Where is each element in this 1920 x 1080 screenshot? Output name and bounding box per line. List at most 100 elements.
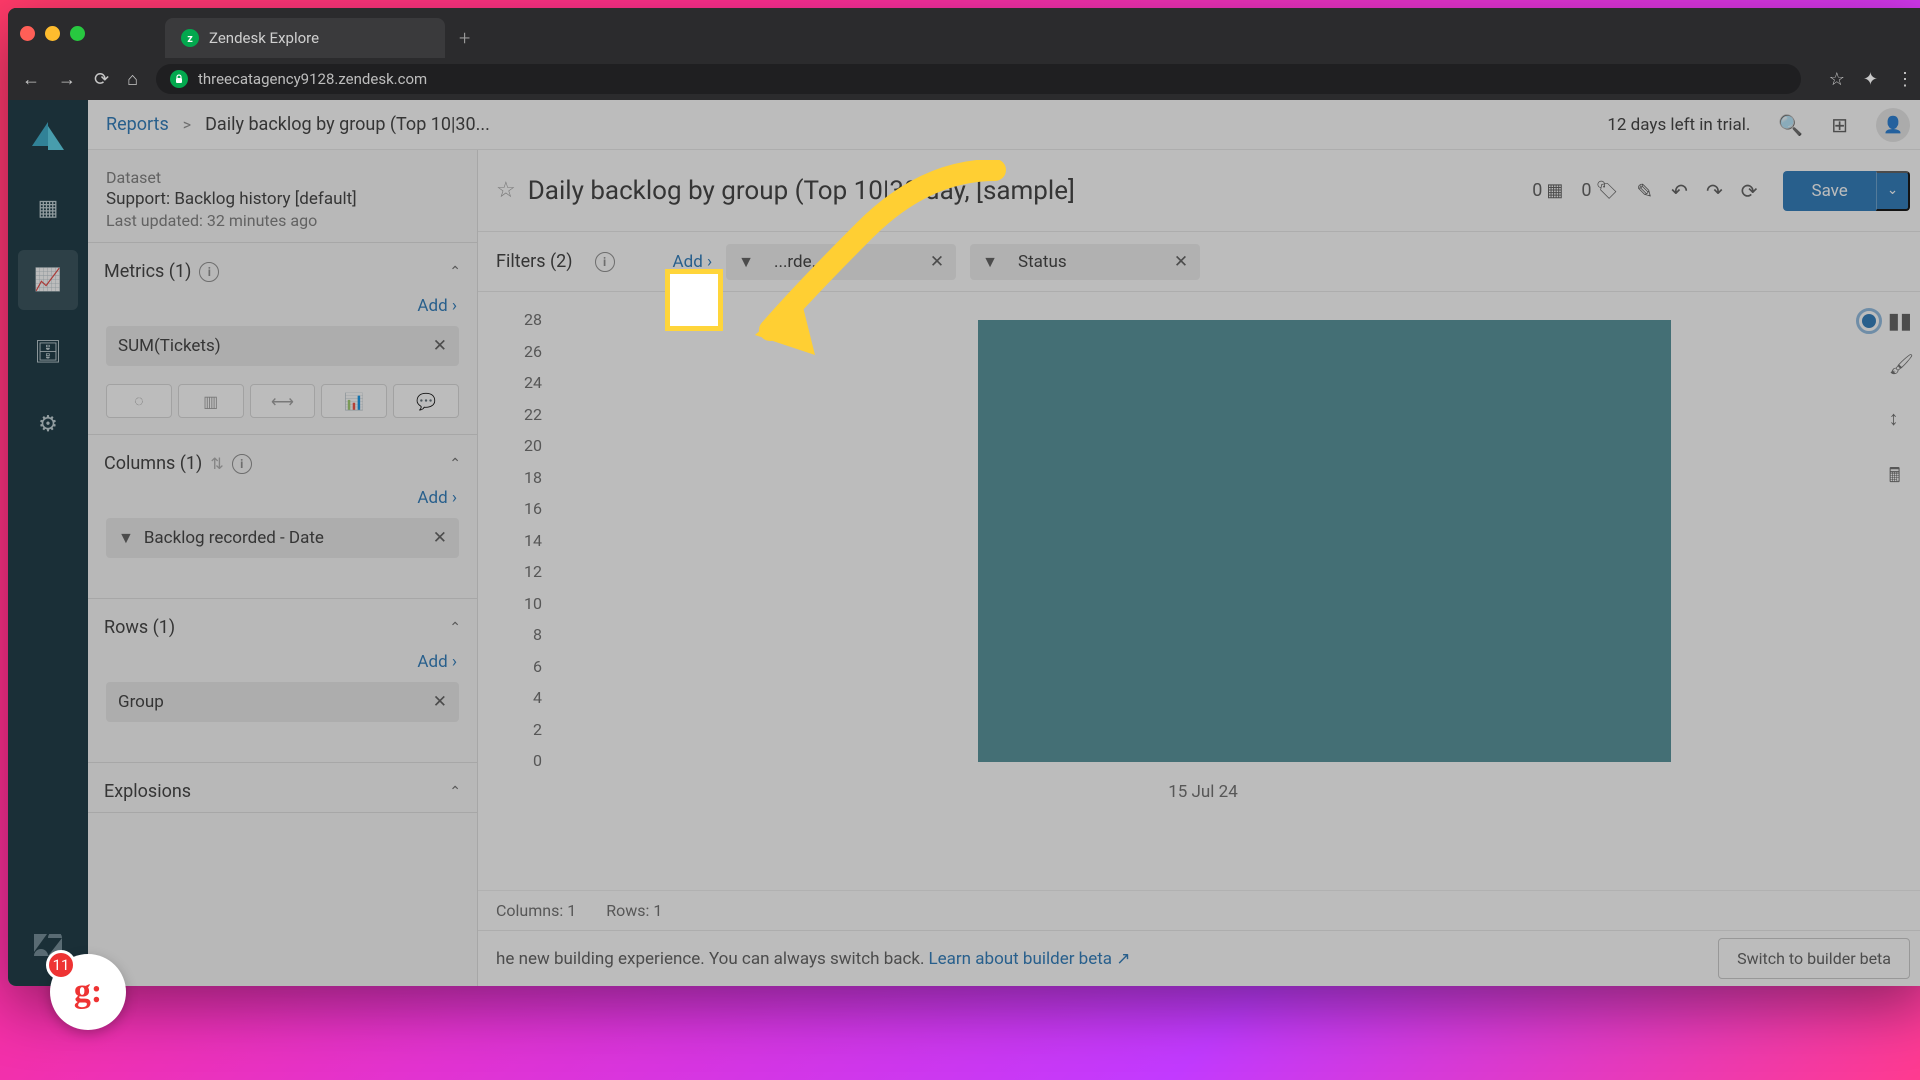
close-window[interactable]: [20, 26, 35, 41]
add-metric-button[interactable]: Add ›: [417, 296, 457, 316]
chart-bar[interactable]: [978, 320, 1671, 762]
save-button[interactable]: Save: [1783, 171, 1875, 211]
y-tick: 6: [508, 657, 542, 676]
site-lock-icon: [170, 70, 188, 88]
remove-column-icon[interactable]: ✕: [433, 528, 447, 548]
explore-logo-icon[interactable]: [28, 116, 68, 156]
remove-filter-icon[interactable]: ✕: [1174, 252, 1188, 272]
remove-filter-icon[interactable]: ✕: [930, 252, 944, 272]
explosions-title: Explosions: [104, 781, 191, 802]
chart-type-toggle: ▮▮: [1856, 308, 1912, 334]
swap-icon[interactable]: ⇅: [210, 454, 223, 473]
config-sidebar: Dataset Support: Backlog history [defaul…: [88, 150, 478, 986]
tool-drop-icon[interactable]: ◌: [106, 384, 172, 418]
calculator-icon[interactable]: 🖩: [1889, 461, 1914, 495]
columns-header[interactable]: Columns (1) ⇅ i ⌃: [102, 447, 463, 484]
filter-chip-1[interactable]: ▼ ...rde... ✕: [726, 244, 956, 280]
breadcrumb-sep: >: [183, 115, 191, 134]
tool-comment-icon[interactable]: 💬: [393, 384, 459, 418]
metric-pill-text: SUM(Tickets): [118, 336, 221, 356]
nav-dashboards[interactable]: ▦: [18, 178, 78, 238]
home-button[interactable]: ⌂: [127, 69, 138, 90]
back-button[interactable]: ←: [22, 69, 40, 90]
url-field[interactable]: threecatagency9128.zendesk.com: [156, 64, 1801, 94]
metric-pill[interactable]: SUM(Tickets) ✕: [106, 326, 459, 366]
panels-count[interactable]: 0▦: [1532, 180, 1563, 201]
report-title: Daily backlog by group (Top 10|30 day, […: [528, 176, 1075, 206]
y-axis: 2826242220181614121086420: [508, 310, 542, 770]
app-container: ▦ 📈 🗄 ⚙ Reports > Daily backlog by group…: [8, 100, 1920, 986]
chart-icon: 📈: [34, 268, 61, 293]
metrics-header[interactable]: Metrics (1) i ⌃: [102, 255, 463, 292]
columns-title: Columns (1): [104, 453, 202, 474]
dataset-updated: Last updated: 32 minutes ago: [106, 211, 459, 230]
add-column-button[interactable]: Add ›: [417, 488, 457, 508]
notifications-badge[interactable]: g: 11: [50, 954, 126, 1030]
favorite-icon[interactable]: ☆: [496, 178, 516, 203]
y-tick: 22: [508, 405, 542, 424]
y-tick: 8: [508, 625, 542, 644]
y-tick: 28: [508, 310, 542, 329]
browser-window: z Zendesk Explore + ← → ⟳ ⌂ threecatagen…: [8, 8, 1920, 986]
chart-type-selected[interactable]: [1856, 308, 1882, 334]
brush-icon[interactable]: 🖌: [1889, 352, 1914, 376]
minimize-window[interactable]: [45, 26, 60, 41]
forward-button[interactable]: →: [58, 69, 76, 90]
sort-icon[interactable]: ↕: [1889, 406, 1914, 431]
nav-datasets[interactable]: 🗄: [18, 322, 78, 382]
refresh-icon[interactable]: ⟳: [1741, 179, 1758, 203]
report-header: ☆ Daily backlog by group (Top 10|30 day,…: [478, 150, 1920, 232]
remove-metric-icon[interactable]: ✕: [433, 336, 447, 356]
builder-beta-link[interactable]: Learn about builder beta ↗: [929, 949, 1131, 969]
redo-icon[interactable]: ↷: [1706, 179, 1723, 203]
undo-icon[interactable]: ↶: [1671, 179, 1688, 203]
bottom-bar: he new building experience. You can alwa…: [478, 930, 1920, 986]
tool-trend-icon[interactable]: 📊: [321, 384, 387, 418]
columns-section: Columns (1) ⇅ i ⌃ Add › ▼ Backlog record…: [88, 435, 477, 599]
metric-tools: ◌ ▥ ⟷ 📊 💬: [102, 376, 463, 434]
filter-icon: ▼: [982, 252, 998, 272]
menu-icon[interactable]: ⋮: [1896, 69, 1914, 90]
user-avatar[interactable]: 👤: [1876, 108, 1910, 142]
apps-icon[interactable]: ⊞: [1831, 113, 1848, 137]
left-nav: ▦ 📈 🗄 ⚙: [8, 100, 88, 986]
address-bar: ← → ⟳ ⌂ threecatagency9128.zendesk.com ☆…: [8, 58, 1920, 100]
switch-builder-button[interactable]: Switch to builder beta: [1718, 938, 1910, 979]
filter-chip-2[interactable]: ▼ Status ✕: [970, 244, 1200, 280]
add-row-button[interactable]: Add ›: [417, 652, 457, 672]
explosions-header[interactable]: Explosions ⌃: [102, 775, 463, 812]
save-dropdown[interactable]: ⌄: [1876, 171, 1910, 211]
bookmark-icon[interactable]: ☆: [1829, 69, 1845, 90]
info-icon[interactable]: i: [595, 252, 615, 272]
maximize-window[interactable]: [70, 26, 85, 41]
rows-section: Rows (1) ⌃ Add › Group ✕: [88, 599, 477, 763]
metrics-section: Metrics (1) i ⌃ Add › SUM(Tickets) ✕ ◌ ▥…: [88, 243, 477, 435]
new-tab-button[interactable]: +: [459, 26, 470, 50]
extensions-icon[interactable]: ✦: [1863, 69, 1878, 90]
filter-chip-1-text: ...rde...: [774, 252, 825, 272]
y-tick: 20: [508, 436, 542, 455]
nav-reports[interactable]: 📈: [18, 250, 78, 310]
info-icon[interactable]: i: [199, 262, 219, 282]
edit-icon[interactable]: ✎: [1636, 179, 1653, 203]
search-icon[interactable]: 🔍: [1778, 113, 1803, 137]
tags-count[interactable]: 0🏷: [1581, 180, 1618, 201]
y-tick: 24: [508, 373, 542, 392]
remove-row-icon[interactable]: ✕: [433, 692, 447, 712]
tool-axis-icon[interactable]: ⟷: [250, 384, 316, 418]
tool-columns-icon[interactable]: ▥: [178, 384, 244, 418]
browser-tab[interactable]: z Zendesk Explore: [165, 18, 445, 58]
annotation-highlight: [665, 269, 723, 331]
bar-chart-icon[interactable]: ▮▮: [1888, 309, 1912, 334]
row-pill[interactable]: Group ✕: [106, 682, 459, 722]
column-pill[interactable]: ▼ Backlog recorded - Date ✕: [106, 518, 459, 558]
info-icon[interactable]: i: [232, 454, 252, 474]
breadcrumb-root[interactable]: Reports: [106, 114, 169, 135]
rows-header[interactable]: Rows (1) ⌃: [102, 611, 463, 648]
nav-settings[interactable]: ⚙: [18, 394, 78, 454]
x-axis-label: 15 Jul 24: [478, 782, 1920, 802]
dataset-name: Support: Backlog history [default]: [106, 189, 459, 209]
rows-title: Rows (1): [104, 617, 175, 638]
y-tick: 16: [508, 499, 542, 518]
reload-button[interactable]: ⟳: [94, 69, 109, 90]
